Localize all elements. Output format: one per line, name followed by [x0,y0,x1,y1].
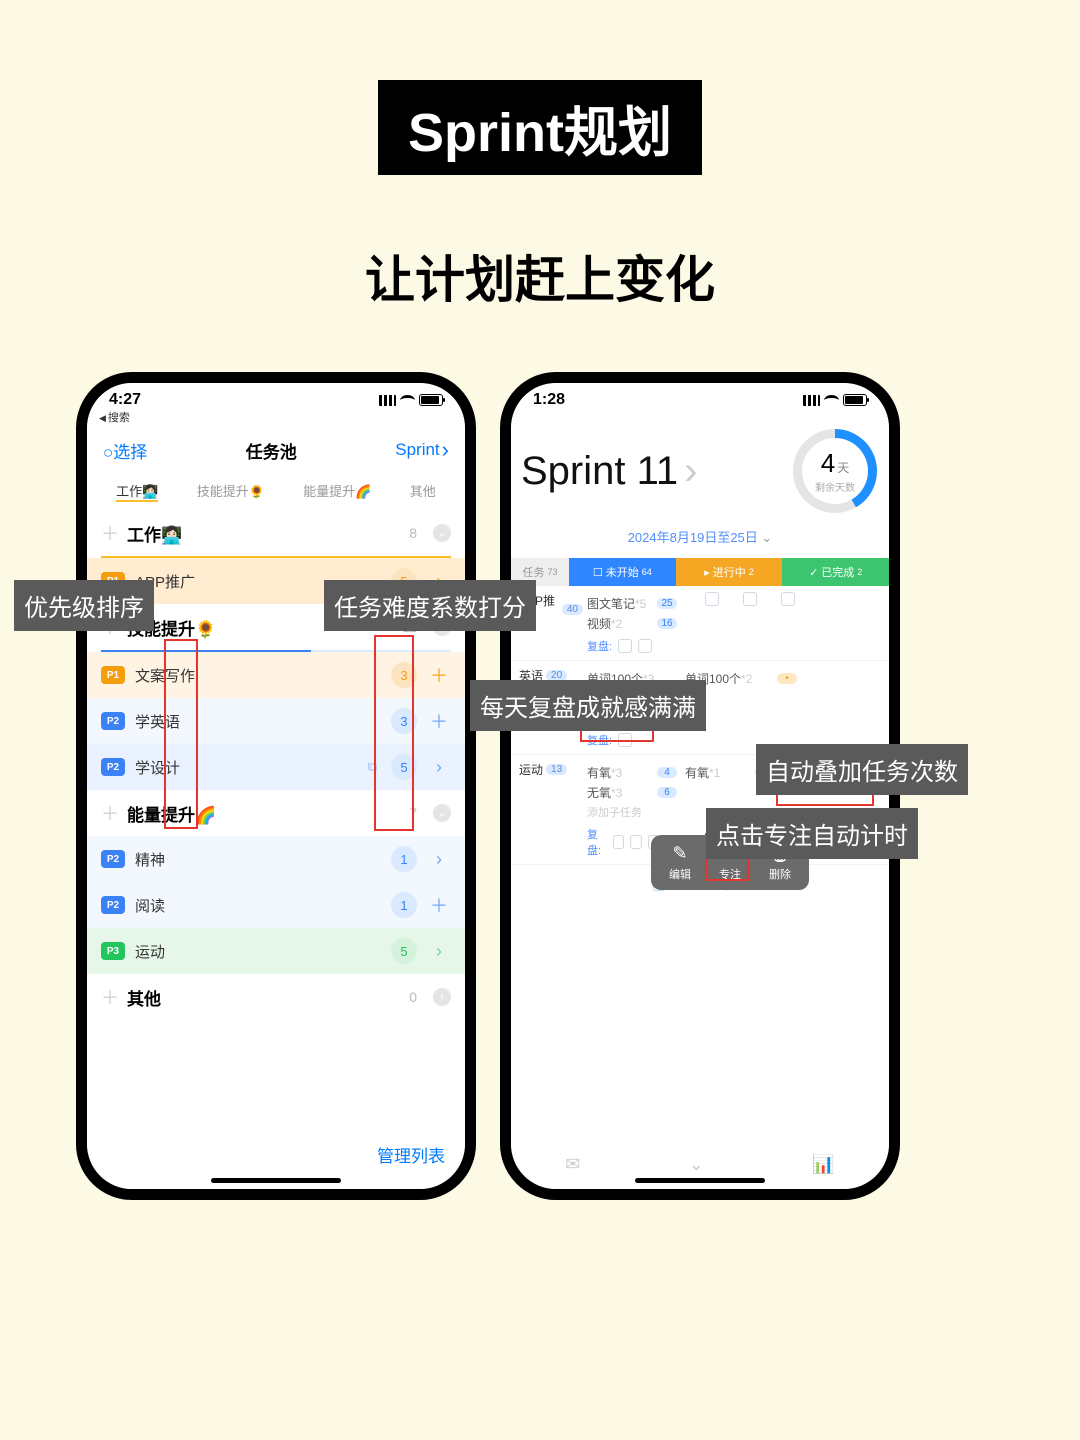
nav-title: 任务池 [246,438,297,463]
redbox-priority-column [164,639,198,829]
home-indicator[interactable] [635,1178,765,1183]
chevron-down-icon[interactable]: ⌄ [433,804,451,822]
chevron-right-icon[interactable]: › [427,757,451,778]
priority-badge-p2: P2 [101,896,125,914]
chevron-down-icon[interactable]: ⌄ [433,524,451,542]
sprint-header: Sprint 11 4天 剩余天数 [511,409,889,519]
chevron-right-icon[interactable]: › [427,941,451,962]
task-score: 1 [391,892,417,918]
group-work-title: 工作👩🏻‍💻 [127,521,401,546]
chevron-right-icon[interactable]: › [427,849,451,870]
checkbox[interactable] [743,592,757,606]
plus-icon[interactable]: ＋ [101,520,119,546]
filter-bar: 任务 73 ☐ 未开始 64 ▸ 进行中 2 ✓ 已完成 2 [511,558,889,586]
task-spirit-row[interactable]: P2 精神 1 › [87,836,465,882]
edit-icon: ✎ [655,843,705,864]
priority-badge-p2: P2 [101,712,125,730]
tab-stats-icon[interactable]: 📊 [812,1154,834,1175]
page-subheading: 让计划赶上变化 [365,240,715,312]
page-heading: Sprint规划 [378,80,702,175]
tab-work[interactable]: 工作👩🏻‍💻 [116,481,158,502]
plus-icon[interactable]: ＋ [101,984,119,1010]
tab-skill[interactable]: 技能提升🌻 [197,481,265,502]
filter-in-progress[interactable]: ▸ 进行中 2 [676,558,783,586]
task-score: 5 [391,938,417,964]
task-name: 阅读 [135,895,381,916]
tab-collapse-icon[interactable]: ⌄ [689,1154,704,1175]
wifi-icon [824,395,839,406]
callout-focus: 点击专注自动计时 [706,808,918,859]
callout-review: 每天复盘成就感满满 [470,680,706,731]
sprint-row-app: APP推广40 图文笔记*525 视频*216 复盘: [511,586,889,661]
days-remaining-ring: 4天 剩余天数 [793,429,877,513]
priority-badge-p3: P3 [101,942,125,960]
plus-icon[interactable]: ＋ [427,892,451,918]
redbox-score-column [374,635,414,831]
priority-badge-p2: P2 [101,758,125,776]
group-other-title: 其他 [127,985,401,1010]
checkbox[interactable] [705,592,719,606]
callout-autoadd: 自动叠加任务次数 [756,744,968,795]
battery-icon [843,394,867,406]
sprint-item[interactable]: 有氧*34 [587,764,677,781]
checkbox[interactable] [618,639,632,653]
back-to-search[interactable]: 搜索 [87,409,465,427]
task-name: 运动 [135,941,381,962]
tab-energy[interactable]: 能量提升🌈 [303,481,371,502]
sprint-title[interactable]: Sprint 11 [521,449,697,494]
task-score: 1 [391,846,417,872]
group-work-count: 8 [409,525,417,541]
sprint-item[interactable]: 无氧*36 [587,784,677,801]
group-other-count: 0 [409,989,417,1005]
wifi-icon [400,395,415,406]
tab-other[interactable]: 其他 [410,481,436,502]
home-indicator[interactable] [211,1178,341,1183]
callout-priority: 优先级排序 [14,580,154,631]
add-subtask[interactable]: 添加子任务 [587,804,677,820]
days-remaining-label: 剩余天数 [815,479,855,494]
checkbox[interactable] [781,592,795,606]
group-work-header[interactable]: ＋ 工作👩🏻‍💻 8 ⌄ [87,510,465,556]
plus-icon[interactable]: ＋ [427,662,451,688]
callout-difficulty: 任务难度系数打分 [324,580,536,631]
nav-bar: ○选择 任务池 Sprint [87,427,465,473]
phone-left-mock: 4:27 搜索 ○选择 任务池 Sprint 工作👩🏻‍💻 技能提升🌻 能量提升… [76,372,476,1200]
priority-badge-p1: P1 [101,666,125,684]
popup-edit-button[interactable]: ✎编辑 [655,843,705,882]
plus-icon[interactable]: ＋ [101,800,119,826]
filter-done[interactable]: ✓ 已完成 2 [782,558,889,586]
filter-not-started[interactable]: ☐ 未开始 64 [569,558,676,586]
group-other-header[interactable]: ＋ 其他 0 › [87,974,465,1020]
status-bar: 1:28 [511,383,889,409]
battery-icon [419,394,443,406]
sprint-item[interactable]: 图文笔记*525 [587,595,677,612]
sprint-category[interactable]: 运动13 [511,761,583,778]
checkbox[interactable] [630,835,642,849]
plus-icon[interactable]: ＋ [427,708,451,734]
category-tabs: 工作👩🏻‍💻 技能提升🌻 能量提升🌈 其他 [87,473,465,510]
signal-icon [803,395,820,406]
nav-select-button[interactable]: ○选择 [103,438,147,463]
chevron-right-icon[interactable]: › [433,988,451,1006]
signal-icon [379,395,396,406]
manage-list-link[interactable]: 管理列表 [377,1142,445,1167]
tab-inbox-icon[interactable]: ✉ [565,1154,580,1175]
bottom-tabbar: ✉ ⌄ 📊 [511,1154,889,1175]
checkbox[interactable] [638,639,652,653]
checkbox[interactable] [613,835,625,849]
status-time: 1:28 [533,391,565,409]
status-time: 4:27 [109,391,141,409]
task-sport-row[interactable]: P3 运动 5 › [87,928,465,974]
priority-badge-p2: P2 [101,850,125,868]
date-range[interactable]: 2024年8月19日至25日 [511,519,889,558]
sprint-item[interactable]: 视频*216 [587,615,677,632]
fupan-label: 复盘: [587,638,612,654]
task-reading-row[interactable]: P2 阅读 1 ＋ [87,882,465,928]
days-remaining-num: 4 [821,448,835,478]
nav-sprint-link[interactable]: Sprint [395,437,449,463]
task-name: 精神 [135,849,381,870]
status-bar: 4:27 [87,383,465,409]
